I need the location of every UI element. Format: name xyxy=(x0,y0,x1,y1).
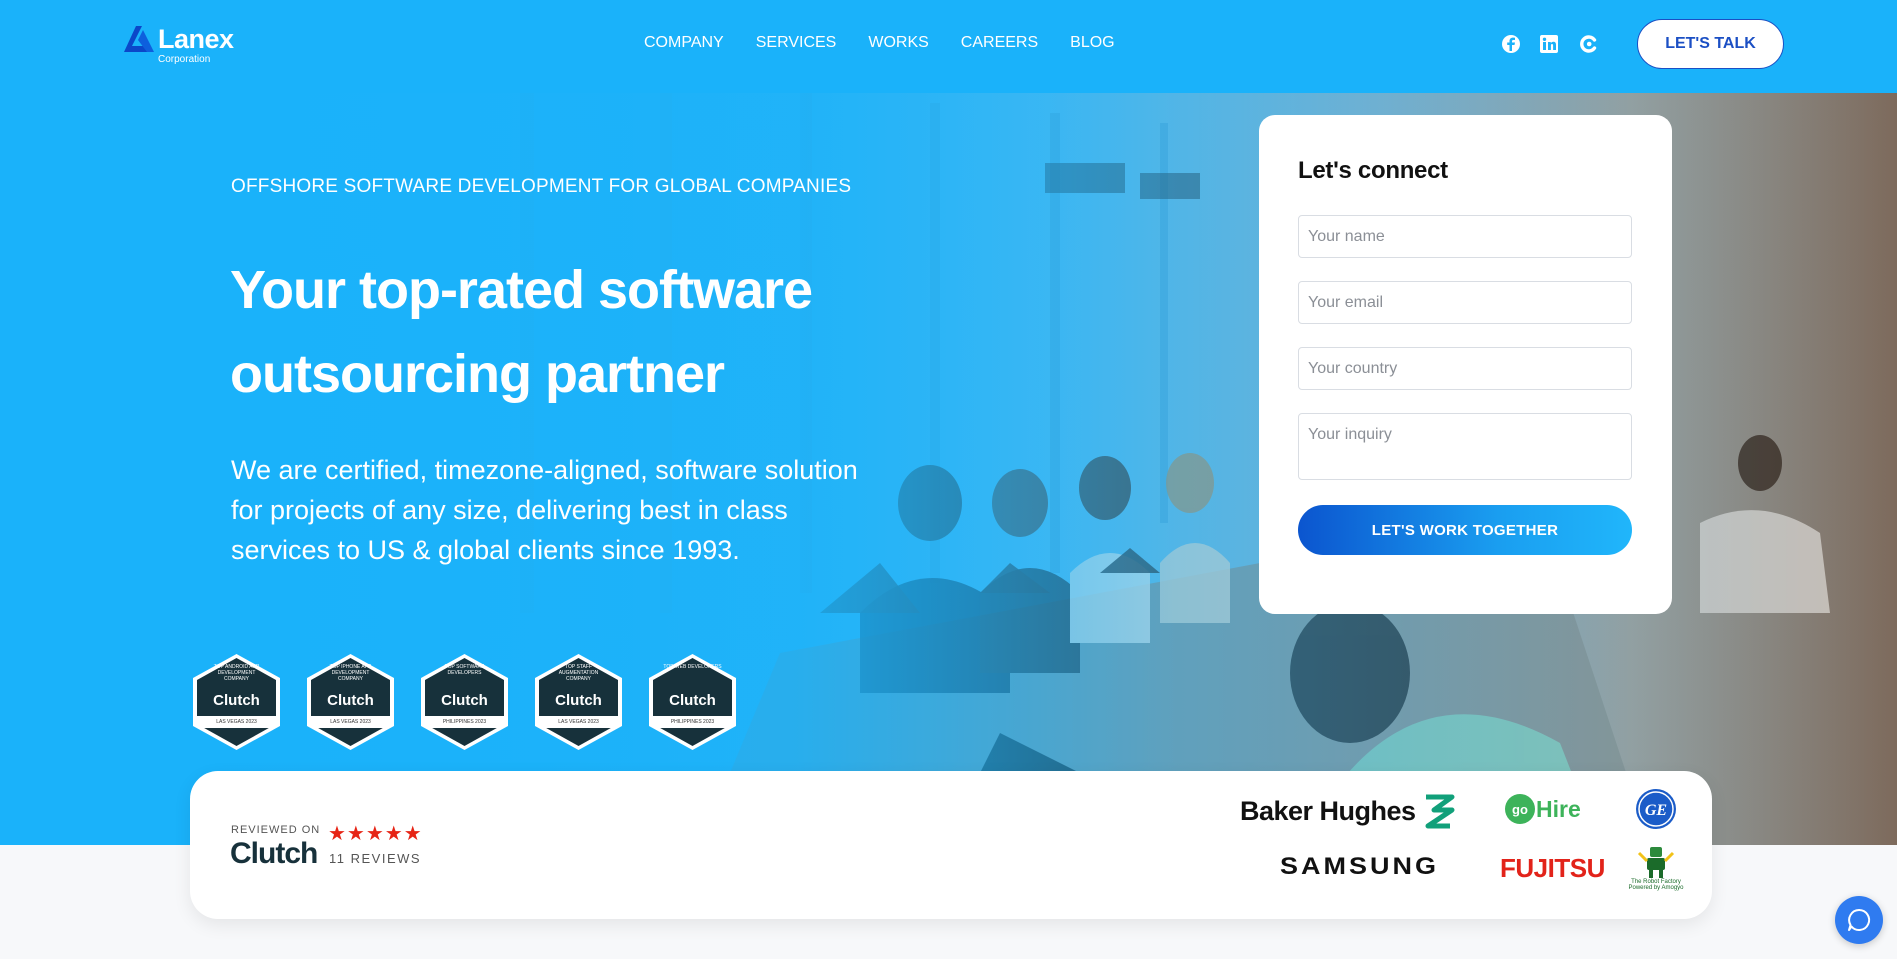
samsung-logo: SAMSUNG xyxy=(1280,852,1440,880)
ge-monogram-icon: GE xyxy=(1636,789,1676,829)
form-title: Let's connect xyxy=(1298,157,1448,184)
reviewed-on-label: REVIEWED ON xyxy=(231,824,321,836)
gohire-mark-icon: go xyxy=(1505,794,1535,824)
hero-kicker: OFFSHORE SOFTWARE DEVELOPMENT FOR GLOBAL… xyxy=(231,176,852,197)
nav-company[interactable]: COMPANY xyxy=(644,34,724,52)
name-input[interactable] xyxy=(1298,215,1632,258)
baker-hughes-mark-icon xyxy=(1425,794,1455,829)
gohire-suffix: Hire xyxy=(1536,795,1581,822)
nav-services[interactable]: SERVICES xyxy=(756,34,837,52)
robot-factory-logo: The Robot Factory Powered by Amogyo xyxy=(1628,843,1684,891)
lets-talk-button[interactable]: LET'S TALK xyxy=(1637,19,1784,69)
nav-works[interactable]: WORKS xyxy=(868,34,928,52)
email-input[interactable] xyxy=(1298,281,1632,324)
chat-bubble-icon xyxy=(1848,908,1871,931)
hero-description: We are certified, timezone-aligned, soft… xyxy=(231,455,858,565)
clutch-award-badge: TOP SOFTWARE DEVELOPERS Clutch PHILIPPIN… xyxy=(418,652,511,752)
nav-careers[interactable]: CAREERS xyxy=(961,34,1038,52)
gohire-logo: go goHire Hire xyxy=(1504,793,1581,825)
award-badges: TOP ANDROID APP DEVELOPMENT COMPANY Clut… xyxy=(190,652,739,752)
rating-stars: ★★★★★ xyxy=(328,823,423,845)
logo-subtitle: Corporation xyxy=(158,54,211,65)
robot-icon xyxy=(1637,847,1675,878)
clutch-icon[interactable] xyxy=(1578,33,1600,55)
clutch-logo[interactable]: Clutch xyxy=(230,837,318,871)
logo-wordmark: Lanex xyxy=(158,24,234,54)
clutch-award-badge: TOP ANDROID APP DEVELOPMENT COMPANY Clut… xyxy=(190,652,283,752)
site-header: Lanex Corporation COMPANY SERVICES WORKS… xyxy=(0,0,1897,93)
chat-widget-button[interactable] xyxy=(1835,896,1883,944)
baker-hughes-logo: Baker Hughes xyxy=(1240,793,1458,829)
lanex-logo-icon xyxy=(124,26,154,52)
clutch-award-badge: TOP IPHONE APP DEVELOPMENT COMPANY Clutc… xyxy=(304,652,397,752)
lanex-logo[interactable]: Lanex Corporation xyxy=(122,22,242,66)
main-nav: COMPANY SERVICES WORKS CAREERS BLOG xyxy=(644,34,1115,52)
clutch-award-badge: TOP STAFF AUGMENTATION COMPANY Clutch LA… xyxy=(532,652,625,752)
clutch-award-badge: TOP WEB DEVELOPERS Clutch PHILIPPINES 20… xyxy=(646,652,739,752)
nav-blog[interactable]: BLOG xyxy=(1070,34,1114,52)
inquiry-textarea[interactable] xyxy=(1298,413,1632,480)
clients-bar: REVIEWED ON Clutch ★★★★★ 11 REVIEWS Bake… xyxy=(190,771,1712,919)
svg-text:GE: GE xyxy=(1645,802,1667,819)
fujitsu-logo: FUJITSU xyxy=(1500,853,1605,883)
review-count[interactable]: 11 REVIEWS xyxy=(329,851,421,866)
lets-work-together-button[interactable]: LET'S WORK TOGETHER xyxy=(1298,505,1632,555)
linkedin-icon[interactable] xyxy=(1538,33,1560,55)
facebook-icon[interactable] xyxy=(1500,33,1522,55)
hero-title: Your top-rated software outsourcing part… xyxy=(230,260,813,404)
contact-form-card: Let's connect LET'S WORK TOGETHER xyxy=(1259,115,1672,614)
country-input[interactable] xyxy=(1298,347,1632,390)
svg-text:go: go xyxy=(1512,802,1528,817)
ge-logo: GE xyxy=(1635,788,1677,830)
